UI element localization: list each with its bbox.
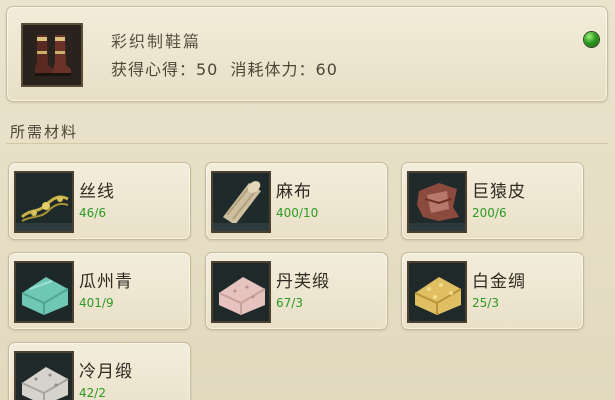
material-name: 丝线	[79, 182, 115, 202]
material-name: 白金绸	[472, 272, 526, 292]
material-name: 巨猿皮	[472, 182, 526, 202]
ape-hide-icon	[407, 171, 467, 233]
recipe-stats: 获得心得：50 消耗体力：60	[111, 60, 338, 79]
status-indicator	[584, 32, 599, 47]
material-card-ape-hide[interactable]: 巨猿皮 200/6	[401, 162, 584, 240]
pink-satin-icon	[211, 261, 271, 323]
material-card-teal-cloth[interactable]: 瓜州青 401/9	[8, 252, 191, 330]
material-count: 401/9	[79, 296, 114, 310]
material-name: 冷月缎	[79, 362, 133, 382]
thread-icon	[14, 171, 74, 233]
teal-cloth-icon	[14, 261, 74, 323]
section-divider	[6, 143, 608, 144]
material-count: 400/10	[276, 206, 319, 220]
section-title: 所需材料	[10, 123, 79, 141]
material-count: 200/6	[472, 206, 507, 220]
gold-silk-icon	[407, 261, 467, 323]
boots-icon	[21, 23, 83, 87]
linen-roll-icon	[211, 171, 271, 233]
material-name: 丹芙缎	[276, 272, 330, 292]
silver-satin-icon	[14, 351, 74, 400]
material-name: 麻布	[276, 182, 312, 202]
material-card-thread[interactable]: 丝线 46/6	[8, 162, 191, 240]
recipe-card[interactable]: 彩织制鞋篇 获得心得：50 消耗体力：60	[6, 6, 608, 102]
material-count: 25/3	[472, 296, 499, 310]
crafting-panel: 彩织制鞋篇 获得心得：50 消耗体力：60 所需材料 丝线 46/6 麻布 40…	[0, 0, 615, 400]
material-count: 67/3	[276, 296, 303, 310]
material-card-linen[interactable]: 麻布 400/10	[205, 162, 388, 240]
material-count: 42/2	[79, 386, 106, 400]
material-card-gold-silk[interactable]: 白金绸 25/3	[401, 252, 584, 330]
material-count: 46/6	[79, 206, 106, 220]
material-card-pink-satin[interactable]: 丹芙缎 67/3	[205, 252, 388, 330]
material-name: 瓜州青	[79, 272, 133, 292]
recipe-name: 彩织制鞋篇	[111, 32, 202, 51]
material-card-silver-satin[interactable]: 冷月缎 42/2	[8, 342, 191, 400]
